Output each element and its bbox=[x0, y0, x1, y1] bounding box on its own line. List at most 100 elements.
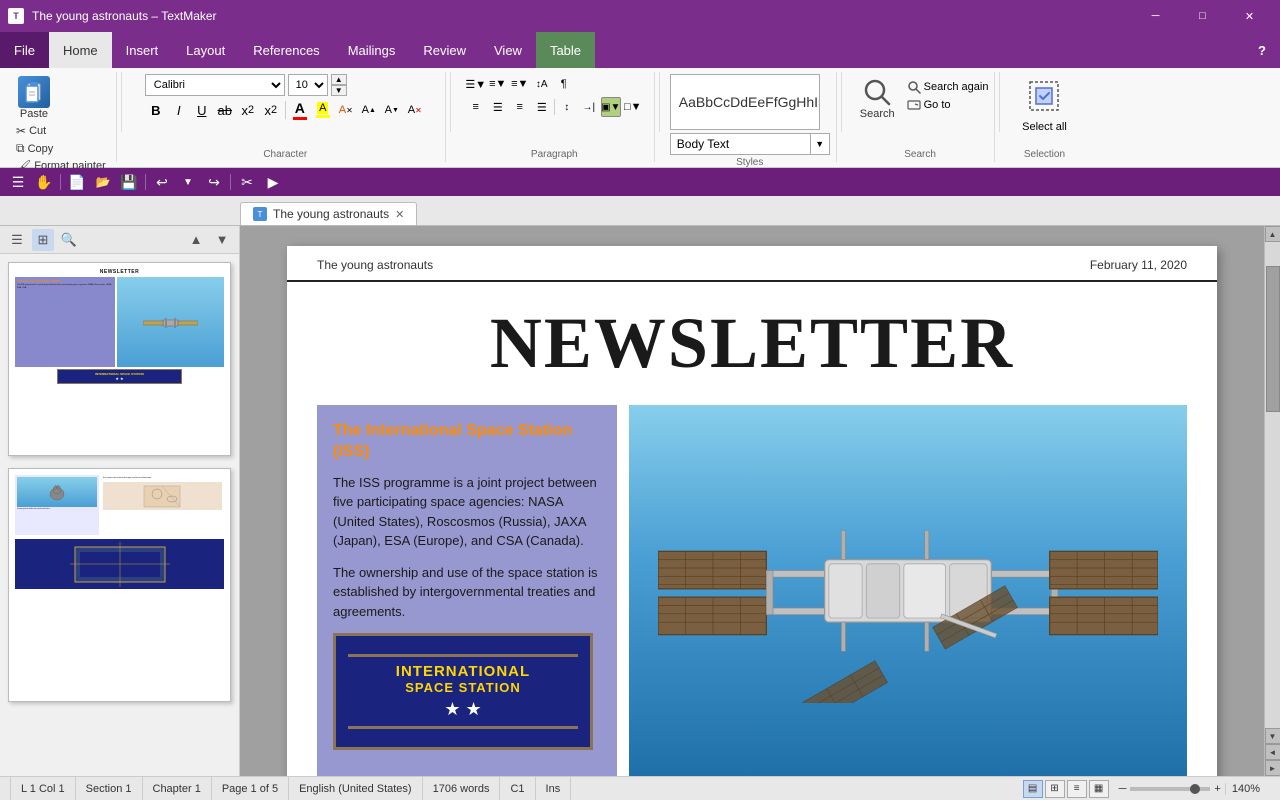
doc-tab-title: The young astronauts bbox=[273, 207, 389, 221]
bullet-list-button[interactable]: ☰▼ bbox=[466, 74, 486, 94]
border-button[interactable]: □▼ bbox=[623, 97, 643, 117]
menu-review[interactable]: Review bbox=[409, 32, 480, 68]
menu-layout[interactable]: Layout bbox=[172, 32, 239, 68]
italic-button[interactable]: I bbox=[168, 99, 190, 121]
styles-preview[interactable]: AaBbCcDdEeFfGgHhIiJj bbox=[670, 74, 820, 130]
main-area: ☰ ⊞ 🔍 ▲ ▼ NEWSLETTER The International S… bbox=[0, 226, 1280, 776]
view-web-btn[interactable]: ⊞ bbox=[1045, 780, 1065, 798]
qa-new-button[interactable]: 📄 bbox=[65, 170, 89, 194]
sidebar-search-btn[interactable]: 🔍 bbox=[58, 229, 80, 251]
scroll-left-arrow[interactable]: ◄ bbox=[1265, 744, 1280, 760]
left-column: The International Space Station (ISS) Th… bbox=[317, 405, 617, 776]
sep-1 bbox=[121, 72, 122, 132]
menu-insert[interactable]: Insert bbox=[112, 32, 173, 68]
close-button[interactable]: ✕ bbox=[1227, 0, 1272, 32]
underline-button[interactable]: U bbox=[191, 99, 213, 121]
font-selector[interactable]: Calibri bbox=[145, 74, 285, 96]
sidebar-scroll-down[interactable]: ▼ bbox=[211, 229, 233, 251]
page-thumb-2[interactable]: Lorem ipsum dolor sit amet text here... … bbox=[8, 468, 231, 702]
outline-list-button[interactable]: ≡▼ bbox=[510, 74, 530, 94]
search-group-content: Search Search again Go to bbox=[852, 72, 989, 147]
select-all-button[interactable]: Select all bbox=[1022, 74, 1067, 133]
show-marks-button[interactable]: ¶ bbox=[554, 74, 574, 94]
shading-button[interactable]: ▣▼ bbox=[601, 97, 621, 117]
goto-button[interactable]: Go to bbox=[907, 98, 989, 112]
doc-area[interactable]: The young astronauts February 11, 2020 N… bbox=[240, 226, 1264, 776]
qa-save-button[interactable]: 💾 bbox=[117, 170, 141, 194]
font-color-bar bbox=[293, 117, 307, 120]
align-right-button[interactable]: ≡ bbox=[510, 97, 530, 117]
qa-open-button[interactable]: 📂 bbox=[91, 170, 115, 194]
strikethrough-button[interactable]: ab bbox=[214, 99, 236, 121]
superscript-button[interactable]: x2 bbox=[260, 99, 282, 121]
zoom-slider[interactable] bbox=[1130, 787, 1210, 791]
sidebar-scroll[interactable]: NEWSLETTER The International Space Stati… bbox=[0, 254, 239, 776]
zoom-slider-thumb[interactable] bbox=[1190, 784, 1200, 794]
subscript-button[interactable]: x2 bbox=[237, 99, 259, 121]
font-color-button[interactable]: A bbox=[289, 99, 311, 121]
qa-undo-arrow[interactable]: ▼ bbox=[176, 170, 200, 194]
align-justify-button[interactable]: ☰ bbox=[532, 97, 552, 117]
menu-view[interactable]: View bbox=[480, 32, 536, 68]
scroll-down-arrow[interactable]: ▼ bbox=[1265, 728, 1280, 744]
paste-button[interactable]: Paste bbox=[12, 74, 56, 122]
sidebar-scroll-up[interactable]: ▲ bbox=[185, 229, 207, 251]
view-page-btn[interactable]: ▤ bbox=[1023, 780, 1043, 798]
align-left-button[interactable]: ≡ bbox=[466, 97, 486, 117]
qa-cursor-button[interactable]: ▶ bbox=[261, 170, 285, 194]
search-icon bbox=[861, 76, 893, 108]
numbered-list-button[interactable]: ≡▼ bbox=[488, 74, 508, 94]
page-content: NEWSLETTER The International Space Stati… bbox=[287, 282, 1217, 776]
grow-font-button[interactable]: A▲ bbox=[358, 99, 380, 121]
scroll-right-arrow[interactable]: ► bbox=[1265, 760, 1280, 776]
size-selector[interactable]: 10 bbox=[288, 74, 328, 96]
menu-table[interactable]: Table bbox=[536, 32, 595, 68]
menu-mailings[interactable]: Mailings bbox=[334, 32, 410, 68]
sidebar-grid-btn[interactable]: ⊞ bbox=[32, 229, 54, 251]
zoom-out-btn[interactable]: ─ bbox=[1119, 783, 1127, 795]
menu-home[interactable]: Home bbox=[49, 32, 112, 68]
scroll-thumb[interactable] bbox=[1266, 266, 1280, 412]
qa-hand-button[interactable]: ✋ bbox=[32, 170, 56, 194]
page-thumb-1[interactable]: NEWSLETTER The International Space Stati… bbox=[8, 262, 231, 456]
maximize-button[interactable]: □ bbox=[1180, 0, 1225, 32]
menu-references[interactable]: References bbox=[239, 32, 333, 68]
search-button[interactable]: Search bbox=[852, 74, 903, 122]
align-center-button[interactable]: ☰ bbox=[488, 97, 508, 117]
para-group-content: ☰▼ ≡▼ ≡▼ ↕A ¶ ≡ ☰ ≡ ☰ ↕ →| ▣▼ □▼ bbox=[466, 72, 643, 147]
sidebar-menu-btn[interactable]: ☰ bbox=[6, 229, 28, 251]
highlight-button[interactable]: A bbox=[312, 99, 334, 121]
doc-tab-close[interactable]: ✕ bbox=[395, 208, 404, 221]
qa-cut-button[interactable]: ✂ bbox=[235, 170, 259, 194]
scroll-up-arrow[interactable]: ▲ bbox=[1265, 226, 1280, 242]
menu-file[interactable]: File bbox=[0, 32, 49, 68]
font-size-up[interactable]: ▲ bbox=[331, 74, 347, 85]
badge-line-top bbox=[348, 654, 578, 657]
status-position: L 1 Col 1 bbox=[10, 777, 76, 800]
doc-tab-astronauts[interactable]: T The young astronauts ✕ bbox=[240, 202, 417, 225]
copy-button[interactable]: ⧉ Copy bbox=[12, 140, 57, 157]
styles-dropdown-arrow[interactable]: ▼ bbox=[811, 134, 829, 154]
styles-combo[interactable]: Body Text ▼ bbox=[670, 133, 830, 155]
shrink-font-button[interactable]: A▼ bbox=[381, 99, 403, 121]
qa-redo-button[interactable]: ↪ bbox=[202, 170, 226, 194]
view-outline-btn[interactable]: ≡ bbox=[1067, 780, 1087, 798]
badge-stars: ★ ★ bbox=[348, 699, 578, 720]
iss-heading: The International Space Station (ISS) bbox=[333, 421, 601, 463]
clear-format-button[interactable]: A✕ bbox=[335, 99, 357, 121]
indent-right-button[interactable]: →| bbox=[579, 97, 599, 117]
cut-button[interactable]: ✂ Cut bbox=[12, 123, 50, 139]
qa-undo-button[interactable]: ↩ bbox=[150, 170, 174, 194]
qa-menu-button[interactable]: ☰ bbox=[6, 170, 30, 194]
minimize-button[interactable]: ─ bbox=[1133, 0, 1178, 32]
view-draft-btn[interactable]: ▦ bbox=[1089, 780, 1109, 798]
remove-font-button[interactable]: A✕ bbox=[404, 99, 426, 121]
line-spacing-button[interactable]: ↕ bbox=[557, 97, 577, 117]
font-size-down[interactable]: ▼ bbox=[331, 85, 347, 96]
zoom-in-btn[interactable]: + bbox=[1214, 783, 1220, 795]
search-again-button[interactable]: Search again bbox=[907, 80, 989, 94]
sort-button[interactable]: ↕A bbox=[532, 74, 552, 94]
menu-help[interactable]: ? bbox=[1244, 32, 1280, 68]
bold-button[interactable]: B bbox=[145, 99, 167, 121]
scroll-track[interactable] bbox=[1265, 242, 1280, 728]
